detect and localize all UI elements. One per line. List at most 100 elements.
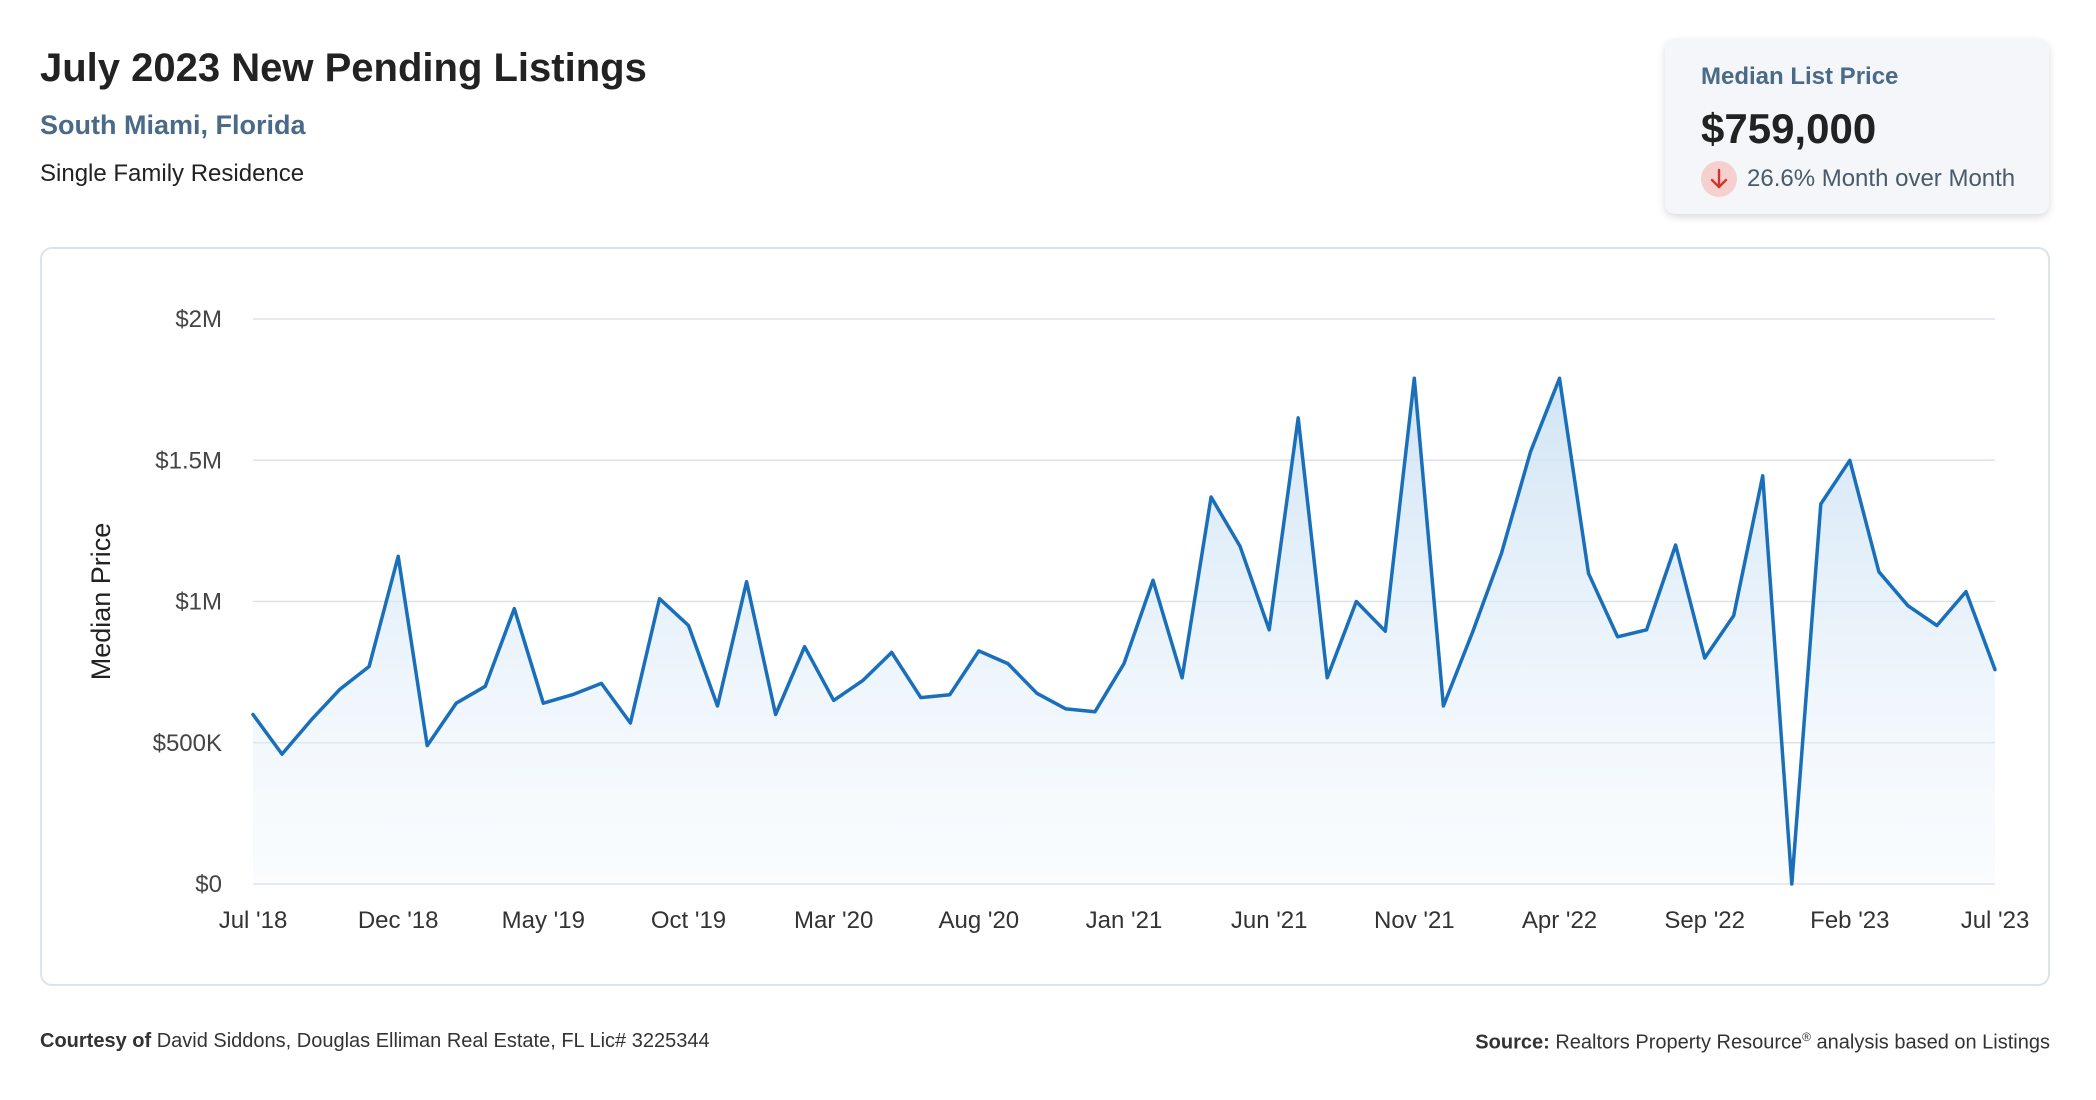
x-tick-label: Jun '21 bbox=[1231, 907, 1308, 934]
card-value: $759,000 bbox=[1701, 105, 1877, 152]
data-point bbox=[1673, 542, 1679, 548]
y-tick-label: $1M bbox=[175, 589, 222, 616]
data-point bbox=[1440, 703, 1446, 709]
data-point bbox=[1963, 589, 1969, 595]
data-point bbox=[424, 743, 430, 749]
registered-mark: ® bbox=[1802, 1030, 1811, 1044]
data-point bbox=[860, 678, 866, 684]
data-point bbox=[598, 680, 604, 686]
x-tick-label: May '19 bbox=[502, 907, 585, 934]
data-point bbox=[1498, 550, 1504, 556]
data-point bbox=[976, 648, 982, 654]
data-point bbox=[1731, 613, 1737, 619]
arrow-down-icon bbox=[1701, 161, 1737, 197]
data-point bbox=[831, 697, 837, 703]
x-tick-label: Mar '20 bbox=[794, 907, 873, 934]
data-point bbox=[1179, 675, 1185, 681]
data-point bbox=[511, 606, 517, 612]
data-point bbox=[627, 720, 633, 726]
courtesy-text: David Siddons, Douglas Elliman Real Esta… bbox=[156, 1030, 710, 1052]
data-point bbox=[889, 649, 895, 655]
data-point bbox=[1295, 415, 1301, 421]
data-point bbox=[569, 692, 575, 698]
data-point bbox=[1557, 375, 1563, 381]
y-axis-title: Median Price bbox=[86, 523, 116, 681]
x-tick-label: Nov '21 bbox=[1374, 907, 1455, 934]
x-tick-label: Sep '22 bbox=[1664, 907, 1745, 934]
source-text: Realtors Property Resource bbox=[1555, 1031, 1803, 1054]
card-label: Median List Price bbox=[1701, 63, 1899, 90]
x-tick-label: Jul '23 bbox=[1961, 907, 2030, 934]
source-footer: Source: Realtors Property Resource® anal… bbox=[1475, 1030, 2050, 1055]
data-point bbox=[453, 700, 459, 706]
data-point bbox=[279, 751, 285, 757]
card-change: 26.6% Month over Month bbox=[1701, 161, 2015, 197]
data-point bbox=[686, 623, 692, 629]
data-point bbox=[1876, 569, 1882, 575]
data-point bbox=[1469, 630, 1475, 636]
courtesy-label: Courtesy of bbox=[40, 1030, 152, 1052]
y-tick-label: $2M bbox=[175, 306, 222, 333]
data-point bbox=[802, 644, 808, 650]
data-point bbox=[656, 596, 662, 602]
data-point bbox=[1382, 628, 1388, 634]
data-point bbox=[1760, 473, 1766, 479]
median-list-price-card: Median List Price $759,000 26.6% Month o… bbox=[1665, 39, 2049, 214]
data-point bbox=[1527, 449, 1533, 455]
data-point bbox=[1644, 627, 1650, 633]
data-point bbox=[1818, 501, 1824, 507]
data-point bbox=[1702, 655, 1708, 661]
data-point bbox=[1992, 667, 1998, 673]
price-area-fill bbox=[253, 378, 1995, 884]
y-tick-label: $1.5M bbox=[155, 447, 222, 474]
data-point bbox=[366, 663, 372, 669]
data-point bbox=[1208, 494, 1214, 500]
data-point bbox=[1586, 570, 1592, 576]
data-point bbox=[1150, 577, 1156, 583]
data-point bbox=[1615, 634, 1621, 640]
x-tick-label: Aug '20 bbox=[939, 907, 1020, 934]
data-point bbox=[1092, 709, 1098, 715]
property-type-label: Single Family Residence bbox=[40, 160, 305, 187]
x-tick-label: Feb '23 bbox=[1810, 907, 1889, 934]
source-suffix: analysis based on Listings bbox=[1816, 1031, 2050, 1054]
data-point bbox=[1411, 375, 1417, 381]
data-point bbox=[1905, 603, 1911, 609]
data-point bbox=[1266, 627, 1272, 633]
data-point bbox=[1063, 706, 1069, 712]
data-point bbox=[308, 717, 314, 723]
data-point bbox=[1034, 690, 1040, 696]
data-point bbox=[1934, 623, 1940, 629]
data-point bbox=[540, 700, 546, 706]
change-text: 26.6% Month over Month bbox=[1747, 165, 2016, 192]
location-subtitle: South Miami, Florida bbox=[40, 110, 306, 140]
data-point bbox=[1121, 661, 1127, 667]
source-label: Source: bbox=[1475, 1031, 1550, 1054]
data-point bbox=[947, 692, 953, 698]
x-tick-label: Apr '22 bbox=[1522, 907, 1597, 934]
data-point bbox=[482, 683, 488, 689]
data-point bbox=[250, 712, 256, 718]
data-point bbox=[1005, 661, 1011, 667]
median-price-chart: $0 $500K $1M $1.5M $2M Jul '18 Dec '18 May '19 O… bbox=[86, 306, 2030, 934]
x-tick-label: Jul '18 bbox=[219, 907, 288, 934]
data-point bbox=[1847, 457, 1853, 463]
x-tick-label: Jan '21 bbox=[1086, 907, 1163, 934]
chart-container: $0 $500K $1M $1.5M $2M Jul '18 Dec '18 May '19 O… bbox=[40, 247, 2050, 986]
data-point bbox=[1789, 881, 1795, 887]
y-tick-label: $500K bbox=[153, 730, 222, 757]
data-point bbox=[773, 712, 779, 718]
x-tick-label: Oct '19 bbox=[651, 907, 726, 934]
page-title: July 2023 New Pending Listings bbox=[40, 46, 647, 90]
data-point bbox=[1237, 543, 1243, 549]
data-point bbox=[744, 579, 750, 585]
x-tick-label: Dec '18 bbox=[358, 907, 439, 934]
y-tick-label: $0 bbox=[195, 871, 222, 898]
data-point bbox=[1324, 675, 1330, 681]
data-point bbox=[1353, 599, 1359, 605]
data-point bbox=[918, 695, 924, 701]
data-point bbox=[395, 553, 401, 559]
courtesy-footer: Courtesy of David Siddons, Douglas Ellim… bbox=[40, 1030, 710, 1053]
data-point bbox=[337, 686, 343, 692]
data-point bbox=[715, 703, 721, 709]
